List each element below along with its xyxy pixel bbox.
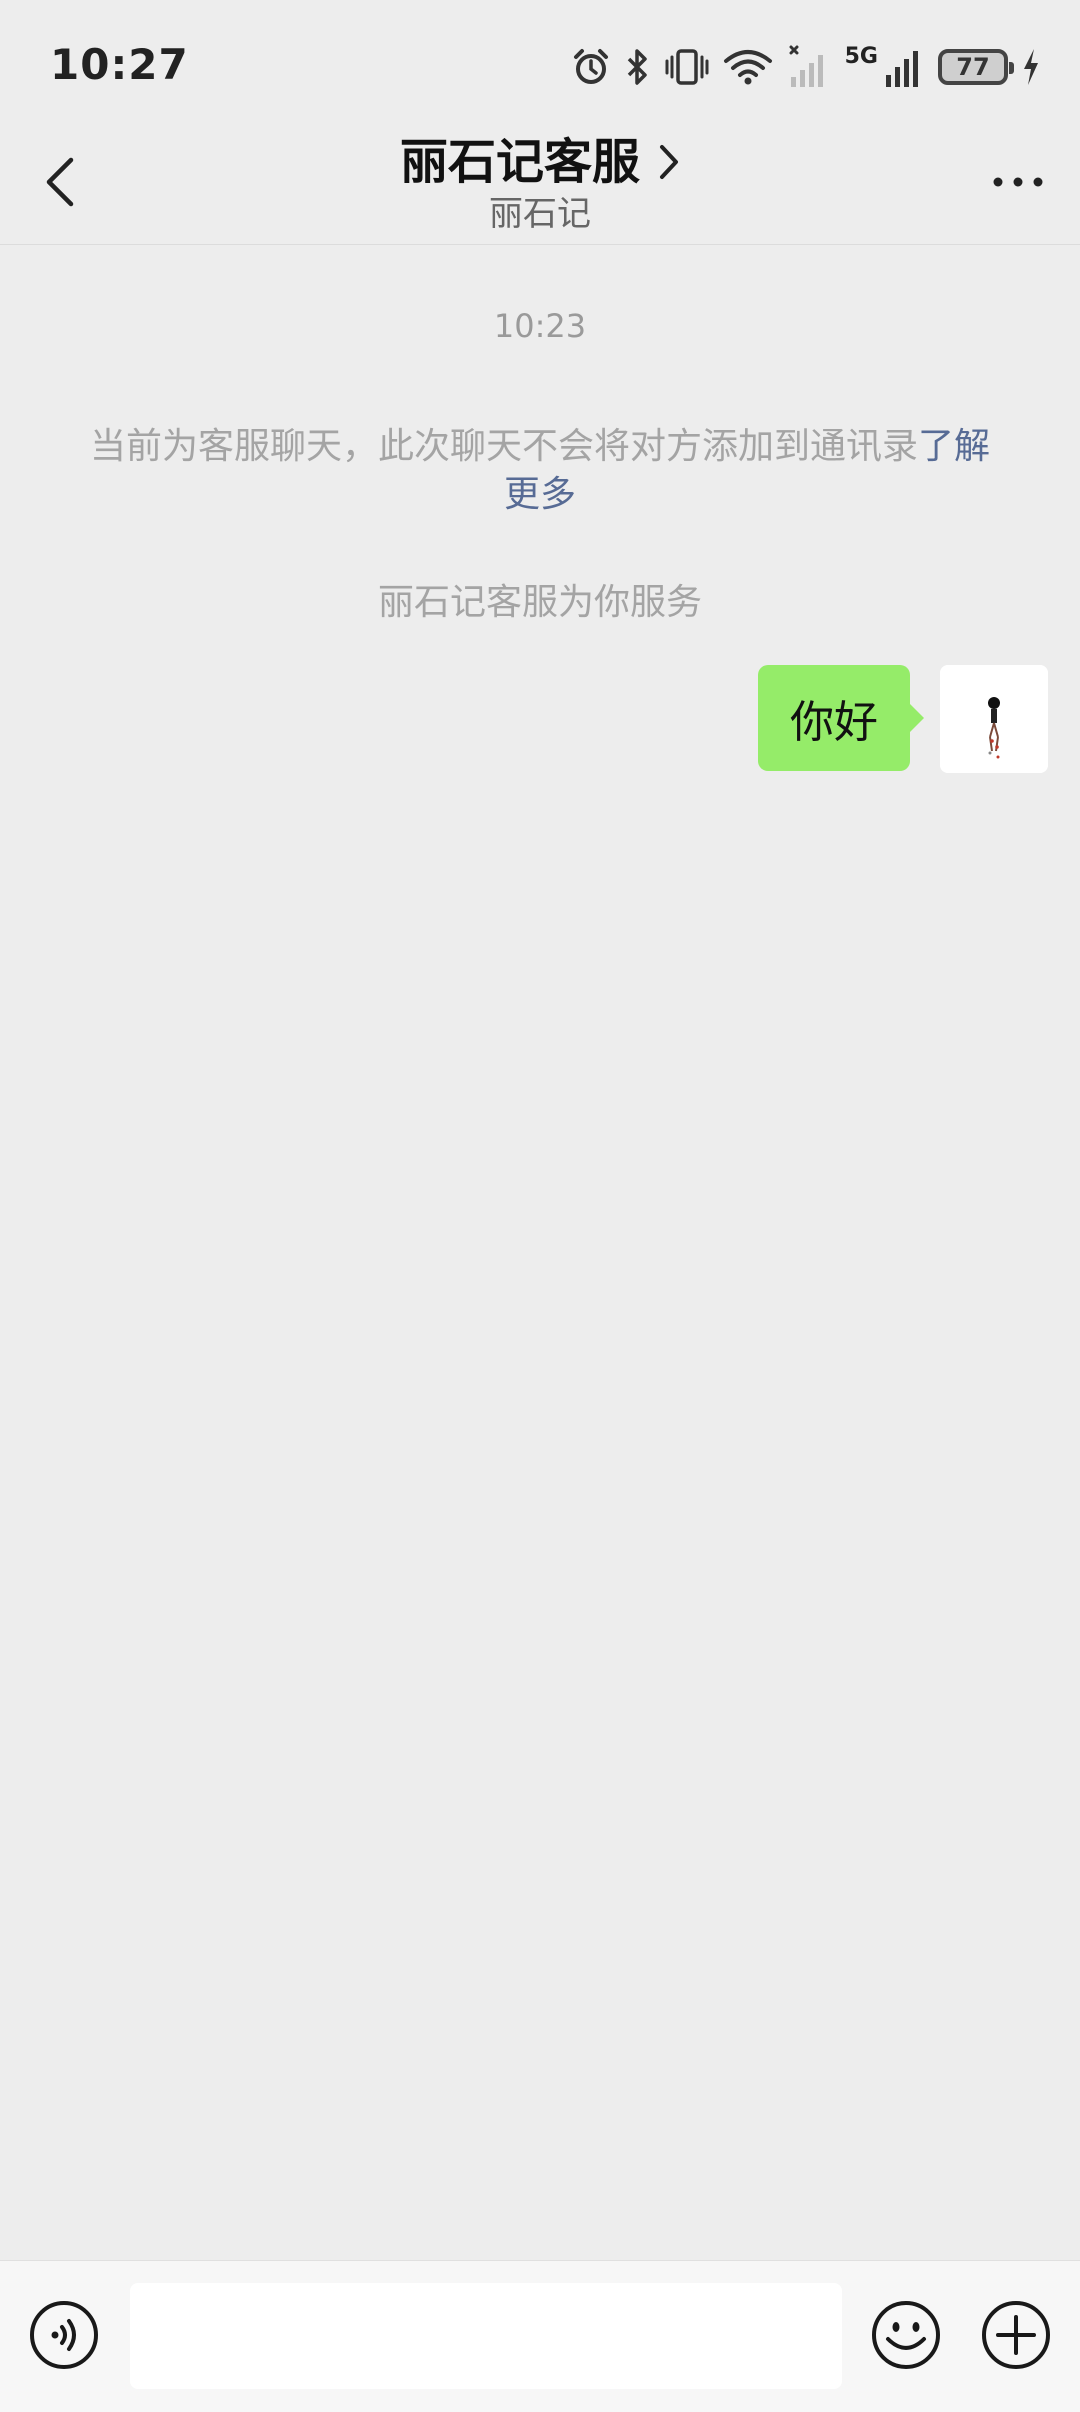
message-row-self: 你好 [758,665,1048,773]
system-notice-text: 当前为客服聊天，此次聊天不会将对方添加到通讯录 [89,426,918,467]
avatar-image [940,665,1048,773]
charging-icon [1022,47,1040,87]
plus-icon [982,2301,1050,2369]
wifi-icon [723,47,773,87]
signal-icon [884,45,924,89]
chat-header: 丽石记客服 丽石记 [0,130,1080,245]
voice-icon [30,2301,98,2369]
page-subtitle: 丽石记 [489,194,591,234]
page-title[interactable]: 丽石记客服 [400,130,640,194]
voice-button[interactable] [28,2299,100,2371]
system-notice: 当前为客服聊天，此次聊天不会将对方添加到通讯录了解更多 [80,423,1000,519]
input-bar [0,2260,1080,2412]
status-time: 10:27 [50,40,189,89]
message-bubble[interactable]: 你好 [758,665,924,771]
message-input[interactable] [130,2283,842,2389]
battery-indicator: 77 [938,49,1014,85]
alarm-icon [571,47,611,87]
vibrate-icon [665,47,709,87]
service-notice: 丽石记客服为你服务 [377,582,702,623]
chevron-right-icon [660,145,678,179]
signal-icon [787,45,831,89]
more-dots-icon [993,177,1043,187]
emoji-icon [872,2301,940,2369]
message-timestamp: 10:23 [493,307,587,345]
status-icons: 5G 77 [571,42,1040,92]
status-bar: 10:27 5G 77 [0,0,1080,130]
more-button[interactable] [986,158,1050,206]
plus-button[interactable] [980,2299,1052,2371]
emoji-button[interactable] [870,2299,942,2371]
network-type: 5G [844,44,878,69]
bluetooth-icon [625,47,651,87]
header-title-area[interactable]: 丽石记客服 丽石记 [0,130,1080,236]
chat-area[interactable]: 10:23 当前为客服聊天，此次聊天不会将对方添加到通讯录了解更多 丽石记客服为… [0,245,1080,2260]
avatar[interactable] [940,665,1048,773]
